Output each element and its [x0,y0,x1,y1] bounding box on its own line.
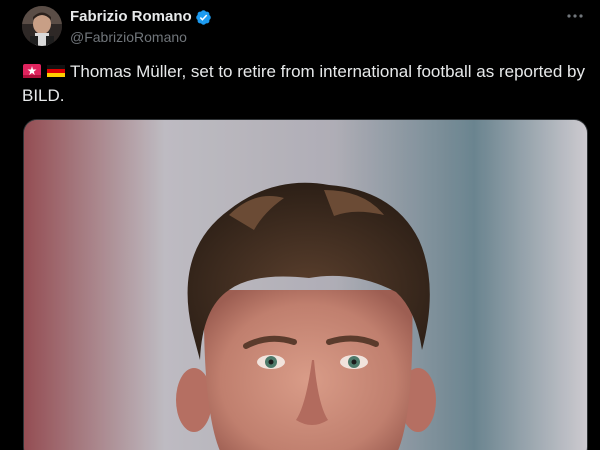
tweet-card: Fabrizio Romano @FabrizioRomano Thomas M… [0,0,600,450]
author-name-row: Fabrizio Romano [70,8,212,26]
author-block: Fabrizio Romano @FabrizioRomano [70,8,212,46]
author-display-name[interactable]: Fabrizio Romano [70,8,192,26]
more-options-icon[interactable] [564,8,586,24]
avatar[interactable] [22,6,62,46]
player-portrait-photo [24,120,587,450]
tweet-text: Thomas Müller, set to retire from intern… [22,60,588,108]
author-handle[interactable]: @FabrizioRomano [70,29,212,46]
verified-badge-icon[interactable] [195,9,212,26]
red-alert-siren-emoji [22,62,42,78]
avatar-photo [22,6,62,46]
germany-flag-emoji [46,62,66,78]
tweet-body-text: Thomas Müller, set to retire from intern… [22,62,585,105]
tweet-media[interactable] [23,119,588,450]
